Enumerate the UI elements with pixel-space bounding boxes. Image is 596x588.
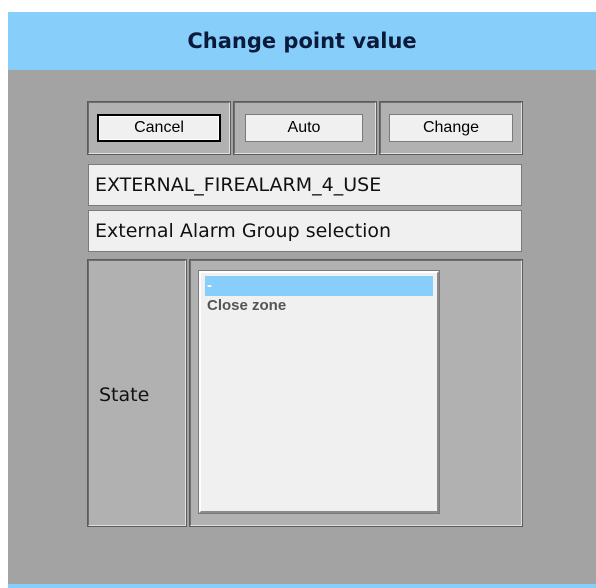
dialog-title: Change point value <box>8 12 596 70</box>
cancel-button[interactable]: Cancel <box>97 114 221 142</box>
point-name-field: EXTERNAL_FIREALARM_4_USE <box>88 164 522 206</box>
state-option-dash[interactable]: - <box>205 276 433 296</box>
button-row-cell-change: Change <box>379 101 523 155</box>
state-listbox[interactable]: - Close zone <box>198 270 440 514</box>
auto-button[interactable]: Auto <box>245 114 363 142</box>
button-row-cell-auto: Auto <box>233 101 377 155</box>
state-label: State <box>99 384 150 406</box>
dialog-bottom-strip <box>8 584 596 588</box>
change-button[interactable]: Change <box>389 114 513 142</box>
state-option-close-zone[interactable]: Close zone <box>205 296 433 316</box>
point-description-field: External Alarm Group selection <box>88 210 522 252</box>
button-row-cell-cancel: Cancel <box>87 101 231 155</box>
state-label-cell: State <box>87 259 187 527</box>
change-point-value-dialog: Change point value Cancel Auto Change EX… <box>8 12 596 588</box>
state-list-cell: - Close zone <box>189 259 523 527</box>
